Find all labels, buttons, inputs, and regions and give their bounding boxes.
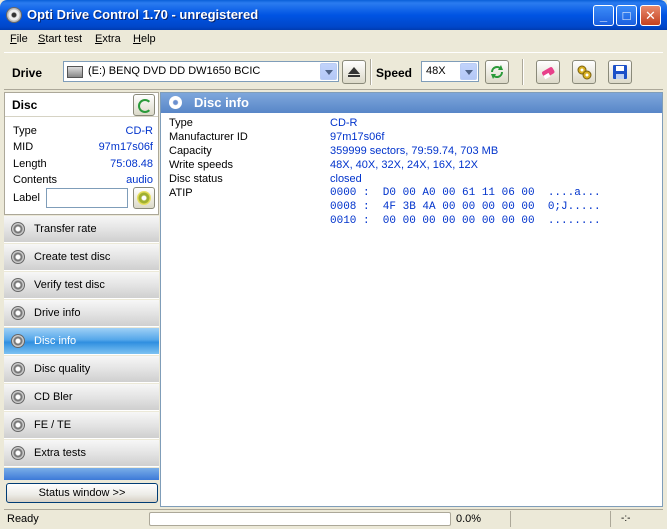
disc-label-input[interactable]: [46, 188, 128, 208]
disc-label-label: Label: [13, 192, 40, 204]
disc-icon: [169, 96, 182, 109]
disc-icon: [11, 418, 25, 432]
nav-drive-info[interactable]: Drive info: [4, 300, 159, 327]
info-atip-label: ATIP: [169, 187, 193, 199]
disc-summary: Disc Type CD-R MID 97m17s06f Length 75:0…: [4, 92, 159, 215]
info-disc-status-label: Disc status: [169, 173, 223, 185]
toolbar: Drive (E:) BENQ DVD DD DW1650 BCIC Speed…: [4, 52, 663, 90]
chevron-down-icon[interactable]: [320, 63, 337, 80]
maximize-button[interactable]: □: [616, 5, 637, 26]
nav-disc-info[interactable]: Disc info: [4, 328, 159, 355]
gear-icon: [577, 65, 592, 80]
toolbar-separator: [522, 59, 524, 85]
status-text: Ready: [7, 513, 39, 525]
menu-help[interactable]: Help: [133, 33, 156, 45]
menu-extra[interactable]: Extra: [95, 33, 121, 45]
nav-footer-bar: [4, 468, 159, 480]
status-cell-time: -:-: [610, 511, 663, 527]
speed-select[interactable]: 48X: [421, 61, 479, 82]
save-button[interactable]: [608, 60, 632, 84]
info-write-speeds-label: Write speeds: [169, 159, 233, 171]
disc-icon: [11, 362, 25, 376]
left-panel: Disc Type CD-R MID 97m17s06f Length 75:0…: [4, 92, 159, 507]
status-bar: Ready 0.0% -:-: [4, 509, 663, 527]
disc-icon: [11, 278, 25, 292]
atip-line: 0008 : 4F 3B 4A 00 00 00 00 00 0;J.....: [330, 201, 601, 213]
progress-percent: 0.0%: [456, 513, 482, 525]
title-bar: Opti Drive Control 1.70 - unregistered _…: [0, 0, 667, 30]
nav-transfer-rate[interactable]: Transfer rate: [4, 216, 159, 243]
progress-bar: [149, 512, 451, 526]
disc-length-value: 75:08.48: [110, 158, 153, 170]
minimize-button[interactable]: _: [593, 5, 614, 26]
eject-button[interactable]: [342, 60, 366, 84]
info-write-speeds-value: 48X, 40X, 32X, 24X, 16X, 12X: [330, 159, 478, 171]
drive-label: Drive: [12, 66, 43, 80]
menu-file[interactable]: File: [10, 33, 28, 45]
status-window-button[interactable]: Status window >>: [6, 483, 158, 503]
disc-mid-label: MID: [13, 141, 34, 153]
window-title: Opti Drive Control 1.70 - unregistered: [27, 7, 259, 22]
nav-verify-test-disc[interactable]: Verify test disc: [4, 272, 159, 299]
close-button[interactable]: ✕: [640, 5, 661, 26]
disc-icon: [11, 306, 25, 320]
eraser-icon: [542, 67, 555, 80]
drive-icon: [67, 66, 83, 78]
nav-disc-quality[interactable]: Disc quality: [4, 356, 159, 383]
nav-extra-tests[interactable]: Extra tests: [4, 440, 159, 467]
disc-contents-label: Contents: [13, 174, 58, 186]
info-disc-status-value: closed: [330, 173, 362, 185]
refresh-speed-button[interactable]: [485, 60, 509, 84]
nav-create-test-disc[interactable]: Create test disc: [4, 244, 159, 271]
speed-label: Speed: [376, 66, 413, 80]
disc-icon: [11, 334, 25, 348]
panel-header: Disc info: [161, 93, 662, 113]
info-type-value: CD-R: [330, 117, 358, 129]
eject-icon: [348, 67, 360, 77]
disc-contents-value: audio: [126, 174, 153, 186]
refresh-icon: [491, 65, 503, 79]
drive-select-value: (E:) BENQ DVD DD DW1650 BCIC: [88, 65, 261, 77]
floppy-disk-icon: [613, 65, 627, 79]
info-type-label: Type: [169, 117, 193, 129]
cd-text-button[interactable]: [133, 187, 155, 209]
atip-line: 0000 : D0 00 A0 00 61 11 06 00 ....a...: [330, 187, 601, 199]
nav-cd-bler[interactable]: CD Bler: [4, 384, 159, 411]
status-cell: [510, 511, 610, 527]
toolbar-separator: [370, 59, 372, 85]
disc-icon: [11, 390, 25, 404]
status-time: -:-: [621, 513, 631, 524]
menu-bar: File Start test Extra Help: [4, 30, 663, 49]
disc-icon: [11, 250, 25, 264]
info-manufacturer-label: Manufacturer ID: [169, 131, 248, 143]
disc-info-panel: Disc info Type CD-R Manufacturer ID 97m1…: [160, 92, 663, 507]
panel-title: Disc info: [194, 95, 249, 110]
disc-icon: [11, 446, 25, 460]
chevron-down-icon[interactable]: [460, 63, 477, 80]
disc-length-label: Length: [13, 158, 47, 170]
disc-icon: [11, 222, 25, 236]
info-manufacturer-value: 97m17s06f: [330, 131, 385, 143]
disc-type-label: Type: [13, 125, 37, 137]
disc-type-value: CD-R: [125, 125, 154, 137]
info-capacity-label: Capacity: [169, 145, 212, 157]
refresh-disc-button[interactable]: [133, 94, 155, 116]
atip-line: 0010 : 00 00 00 00 00 00 00 00 ........: [330, 215, 601, 227]
drive-select[interactable]: (E:) BENQ DVD DD DW1650 BCIC: [63, 61, 339, 82]
disc-mid-value: 97m17s06f: [98, 141, 153, 153]
nav-fe-te[interactable]: FE / TE: [4, 412, 159, 439]
settings-button[interactable]: [572, 60, 596, 84]
menu-start-test[interactable]: Start test: [38, 33, 82, 45]
info-capacity-value: 359999 sectors, 79:59.74, 703 MB: [330, 145, 499, 157]
erase-button[interactable]: [536, 60, 560, 84]
speed-select-value: 48X: [426, 65, 446, 77]
app-disc-icon: [6, 7, 22, 23]
